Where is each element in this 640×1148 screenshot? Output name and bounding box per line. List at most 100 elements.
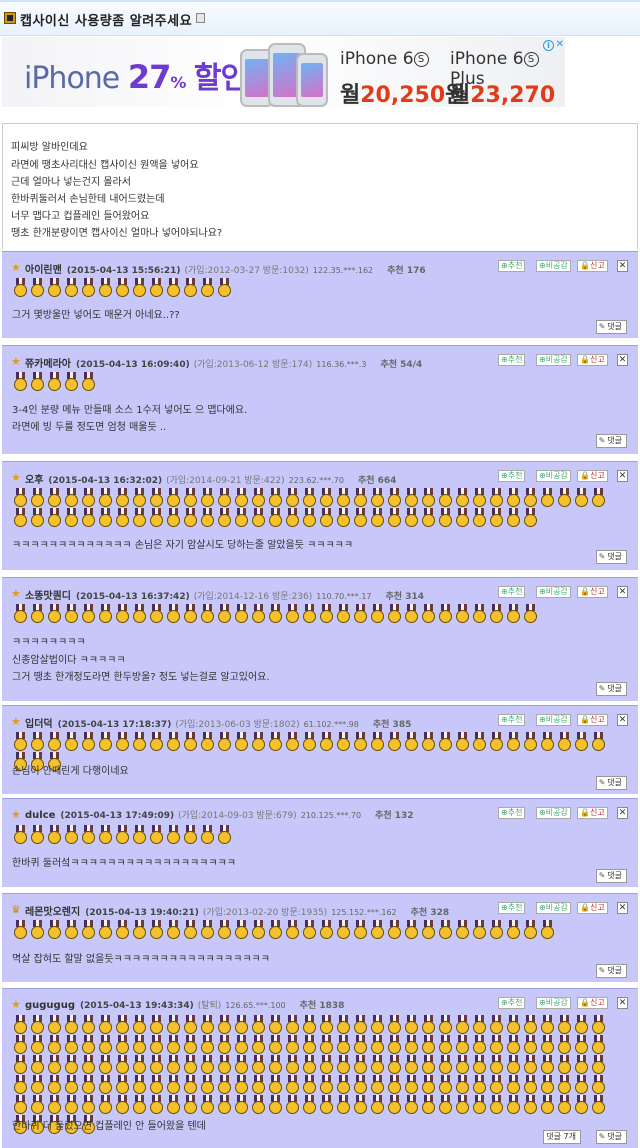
- comment-author[interactable]: 오후: [25, 475, 43, 486]
- medal-icon: [199, 508, 216, 528]
- medal-icon: [97, 1055, 114, 1075]
- comment-author[interactable]: 레몬맛오렌지: [25, 907, 80, 918]
- medal-icon: [46, 1015, 63, 1035]
- close-icon[interactable]: ✕: [617, 586, 628, 598]
- medal-icon: [182, 604, 199, 624]
- medal-icon: [573, 1015, 590, 1035]
- medal-icon: [471, 1095, 488, 1115]
- close-icon[interactable]: ✕: [617, 807, 628, 819]
- recommend-button[interactable]: ⊕추천: [498, 902, 526, 914]
- ad-banner[interactable]: iPhone 27% 할인! iPhone 6S iPhone 6S Plus …: [2, 37, 565, 107]
- memo-icon[interactable]: [196, 13, 205, 23]
- report-button[interactable]: 🔒신고: [577, 714, 608, 726]
- medal-icon: [216, 920, 233, 940]
- report-button[interactable]: 🔒신고: [577, 586, 608, 598]
- comment-author[interactable]: 입더덕: [25, 719, 53, 730]
- reply-button[interactable]: 댓글: [595, 550, 627, 564]
- close-icon[interactable]: ✕: [617, 470, 628, 482]
- medal-icon: [318, 732, 335, 752]
- medal-icon: [165, 1075, 182, 1095]
- recommend-button[interactable]: ⊕추천: [498, 586, 526, 598]
- medal-icon: [539, 1035, 556, 1055]
- medal-icon: [437, 1055, 454, 1075]
- close-icon[interactable]: ✕: [617, 260, 628, 272]
- report-button[interactable]: 🔒신고: [577, 354, 608, 366]
- medal-icon: [182, 1035, 199, 1055]
- nonpublic-button[interactable]: ⊕비공감: [536, 997, 571, 1009]
- nonpublic-button[interactable]: ⊕비공감: [536, 470, 571, 482]
- comment-author[interactable]: gugugug: [25, 1000, 75, 1011]
- comment-item: ★ 입더덕 (2015-04-13 17:18:37) (가입:2013-06-03…: [2, 705, 638, 794]
- comment-author[interactable]: 소똥맛퀀디: [25, 591, 71, 602]
- medal-icon: [267, 508, 284, 528]
- reply-button[interactable]: 댓글: [595, 320, 627, 334]
- medal-icon: [369, 508, 386, 528]
- medal-icon: [590, 1095, 607, 1115]
- comment-author[interactable]: dulce: [25, 810, 55, 821]
- reply-button[interactable]: 댓글: [595, 682, 627, 696]
- medal-icon: [471, 508, 488, 528]
- recommend-button[interactable]: ⊕추천: [498, 714, 526, 726]
- medal-icon: [386, 1055, 403, 1075]
- ad-close-icon[interactable]: ✕: [556, 39, 564, 50]
- report-button[interactable]: 🔒신고: [577, 260, 608, 272]
- medal-icon: [301, 604, 318, 624]
- medal-icon: [199, 1035, 216, 1055]
- medal-icon: [80, 372, 97, 392]
- reply-button[interactable]: 댓글: [595, 776, 627, 790]
- comment-item: ★ 오후 (2015-04-13 16:32:02) (가입:2014-09-21 …: [2, 461, 638, 570]
- reply-button[interactable]: 댓글: [595, 869, 627, 883]
- comment-member-info: (가입:2013-02-20 방문:1935): [202, 908, 328, 918]
- report-button[interactable]: 🔒신고: [577, 997, 608, 1009]
- close-icon[interactable]: ✕: [617, 902, 628, 914]
- member-star-icon: ★: [11, 587, 21, 600]
- recommend-button[interactable]: ⊕추천: [498, 807, 526, 819]
- reply-button[interactable]: 댓글: [595, 434, 627, 448]
- nonpublic-button[interactable]: ⊕비공감: [536, 807, 571, 819]
- nonpublic-button[interactable]: ⊕비공감: [536, 714, 571, 726]
- comment-author[interactable]: 아이린맨: [25, 265, 62, 276]
- medal-icon: [352, 1055, 369, 1075]
- close-icon[interactable]: ✕: [617, 714, 628, 726]
- medal-icon: [318, 920, 335, 940]
- medal-icon: [165, 278, 182, 298]
- medal-icon: [488, 508, 505, 528]
- recommend-button[interactable]: ⊕추천: [498, 470, 526, 482]
- medal-icon: [63, 372, 80, 392]
- ad-info-icon[interactable]: i: [543, 40, 554, 51]
- medal-icon: [12, 825, 29, 845]
- medal-icon: [267, 732, 284, 752]
- medal-icon: [471, 1035, 488, 1055]
- medal-icon: [97, 825, 114, 845]
- report-button[interactable]: 🔒신고: [577, 807, 608, 819]
- medal-icon: [284, 732, 301, 752]
- reply-button[interactable]: 댓글: [595, 1130, 627, 1144]
- recommend-button[interactable]: ⊕추천: [498, 997, 526, 1009]
- close-icon[interactable]: ✕: [617, 354, 628, 366]
- report-button[interactable]: 🔒신고: [577, 902, 608, 914]
- nonpublic-button[interactable]: ⊕비공감: [536, 354, 571, 366]
- comment-ip: 126.65.***.100: [225, 1001, 286, 1010]
- nonpublic-button[interactable]: ⊕비공감: [536, 260, 571, 272]
- medal-icon: [29, 508, 46, 528]
- medal-icon: [182, 1015, 199, 1035]
- replies-count-button[interactable]: 댓글 7개: [543, 1130, 581, 1144]
- comment-date: (2015-04-13 16:09:40): [76, 360, 190, 370]
- medal-icon: [386, 920, 403, 940]
- medal-icon: [539, 920, 556, 940]
- medal-icon: [97, 278, 114, 298]
- nonpublic-button[interactable]: ⊕비공감: [536, 586, 571, 598]
- medal-icon: [267, 1095, 284, 1115]
- recommend-button[interactable]: ⊕추천: [498, 354, 526, 366]
- comment-author[interactable]: 쮸카메라아: [25, 359, 71, 370]
- close-icon[interactable]: ✕: [617, 997, 628, 1009]
- medal-icon: [505, 1075, 522, 1095]
- medal-icon: [488, 1055, 505, 1075]
- reply-button[interactable]: 댓글: [595, 964, 627, 978]
- report-button[interactable]: 🔒신고: [577, 470, 608, 482]
- medal-icon: [46, 488, 63, 508]
- nonpublic-button[interactable]: ⊕비공감: [536, 902, 571, 914]
- recommend-button[interactable]: ⊕추천: [498, 260, 526, 272]
- ad-model-6s: iPhone 6S: [340, 49, 429, 69]
- medal-icon: [148, 604, 165, 624]
